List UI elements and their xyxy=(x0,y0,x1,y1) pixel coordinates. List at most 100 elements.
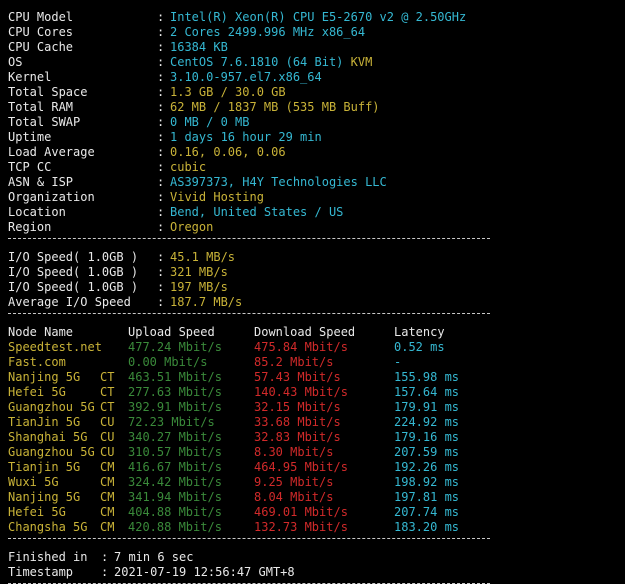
download-speed: 8.30 Mbit/s xyxy=(254,445,334,459)
download-speed: 32.83 Mbit/s xyxy=(254,430,341,444)
sysinfo-label: CPU Cache xyxy=(8,40,74,54)
isp-code: CT xyxy=(100,370,115,384)
node-name: Nanjing 5G xyxy=(8,370,81,384)
download-speed: 464.95 Mbit/s xyxy=(254,460,348,474)
sysinfo-label: Total Space xyxy=(8,85,88,99)
sysinfo-value-extra: KVM xyxy=(343,55,373,69)
isp-code: CM xyxy=(100,460,115,474)
latency-value: 197.81 ms xyxy=(394,490,460,504)
upload-speed: 420.88 Mbit/s xyxy=(128,520,222,534)
isp-code: CU xyxy=(100,430,115,444)
separator-line xyxy=(8,238,490,239)
node-name: Hefei 5G xyxy=(8,505,66,519)
colon: : xyxy=(157,160,165,174)
io-value: 197 MB/s xyxy=(170,280,228,294)
colon: : xyxy=(157,265,165,279)
io-label: I/O Speed( 1.0GB ) xyxy=(8,280,139,294)
isp-code: CM xyxy=(100,490,115,504)
colon: : xyxy=(157,295,165,309)
colon: : xyxy=(101,550,109,564)
colon: : xyxy=(157,85,165,99)
colon: : xyxy=(157,175,165,189)
colon: : xyxy=(157,130,165,144)
sysinfo-label: Kernel xyxy=(8,70,52,84)
sysinfo-label: Load Average xyxy=(8,145,95,159)
node-name: Fast.com xyxy=(8,355,66,369)
upload-speed: 340.27 Mbit/s xyxy=(128,430,222,444)
header-download: Download Speed xyxy=(254,325,356,339)
node-name: Changsha 5G xyxy=(8,520,88,534)
latency-value: 0.52 ms xyxy=(394,340,445,354)
node-name: TianJin 5G xyxy=(8,415,81,429)
isp-code: CM xyxy=(100,475,115,489)
io-label: I/O Speed( 1.0GB ) xyxy=(8,265,139,279)
sysinfo-value: 3.10.0-957.el7.x86_64 xyxy=(170,70,322,84)
colon: : xyxy=(157,40,165,54)
sysinfo-value: 16384 KB xyxy=(170,40,228,54)
latency-value: 207.74 ms xyxy=(394,505,460,519)
node-name: Guangzhou 5G xyxy=(8,445,95,459)
upload-speed: 324.42 Mbit/s xyxy=(128,475,222,489)
sysinfo-value: 62 MB / 1837 MB (535 MB Buff) xyxy=(170,100,380,114)
upload-speed: 404.88 Mbit/s xyxy=(128,505,222,519)
latency-value: 155.98 ms xyxy=(394,370,460,384)
sysinfo-value: cubic xyxy=(170,160,207,174)
sysinfo-value: 2 Cores 2499.996 MHz x86_64 xyxy=(170,25,366,39)
sysinfo-value: Vivid Hosting xyxy=(170,190,264,204)
node-name: Nanjing 5G xyxy=(8,490,81,504)
upload-speed: 0.00 Mbit/s xyxy=(128,355,208,369)
isp-code: CM xyxy=(100,520,115,534)
download-speed: 8.04 Mbit/s xyxy=(254,490,334,504)
upload-speed: 72.23 Mbit/s xyxy=(128,415,215,429)
latency-value: 207.59 ms xyxy=(394,445,460,459)
sysinfo-value: Intel(R) Xeon(R) CPU E5-2670 v2 @ 2.50GH… xyxy=(170,10,467,24)
colon: : xyxy=(157,145,165,159)
download-speed: 33.68 Mbit/s xyxy=(254,415,341,429)
io-value: 321 MB/s xyxy=(170,265,228,279)
io-value: 45.1 MB/s xyxy=(170,250,236,264)
isp-code: CT xyxy=(100,400,115,414)
upload-speed: 477.24 Mbit/s xyxy=(128,340,222,354)
colon: : xyxy=(157,25,165,39)
sysinfo-label: Total RAM xyxy=(8,100,74,114)
upload-speed: 341.94 Mbit/s xyxy=(128,490,222,504)
download-speed: 57.43 Mbit/s xyxy=(254,370,341,384)
header-latency: Latency xyxy=(394,325,445,339)
sysinfo-label: Total SWAP xyxy=(8,115,81,129)
upload-speed: 416.67 Mbit/s xyxy=(128,460,222,474)
colon: : xyxy=(157,280,165,294)
sysinfo-value: 1 days 16 hour 29 min xyxy=(170,130,322,144)
colon: : xyxy=(157,70,165,84)
latency-value: - xyxy=(394,355,402,369)
download-speed: 469.01 Mbit/s xyxy=(254,505,348,519)
sysinfo-label: Uptime xyxy=(8,130,52,144)
node-name: Wuxi 5G xyxy=(8,475,59,489)
sysinfo-value: Oregon xyxy=(170,220,214,234)
latency-value: 198.92 ms xyxy=(394,475,460,489)
sysinfo-value: 1.3 GB / 30.0 GB xyxy=(170,85,286,99)
colon: : xyxy=(157,55,165,69)
footer-value: 7 min 6 sec xyxy=(114,550,194,564)
sysinfo-value: CentOS 7.6.1810 (64 Bit) KVM xyxy=(170,55,373,69)
separator-line xyxy=(8,313,490,314)
latency-value: 179.16 ms xyxy=(394,430,460,444)
download-speed: 85.2 Mbit/s xyxy=(254,355,334,369)
io-value: 187.7 MB/s xyxy=(170,295,243,309)
separator-line xyxy=(8,538,490,539)
io-label: Average I/O Speed xyxy=(8,295,131,309)
footer-label: Finished in xyxy=(8,550,88,564)
upload-speed: 310.57 Mbit/s xyxy=(128,445,222,459)
sysinfo-label: ASN & ISP xyxy=(8,175,74,189)
colon: : xyxy=(101,565,109,579)
header-node: Node Name xyxy=(8,325,74,339)
footer-label: Timestamp xyxy=(8,565,74,579)
node-name: Hefei 5G xyxy=(8,385,66,399)
header-upload: Upload Speed xyxy=(128,325,215,339)
colon: : xyxy=(157,10,165,24)
sysinfo-label: CPU Model xyxy=(8,10,74,24)
sysinfo-value: Bend, United States / US xyxy=(170,205,344,219)
colon: : xyxy=(157,100,165,114)
node-name: Shanghai 5G xyxy=(8,430,88,444)
latency-value: 157.64 ms xyxy=(394,385,460,399)
sysinfo-label: Location xyxy=(8,205,66,219)
